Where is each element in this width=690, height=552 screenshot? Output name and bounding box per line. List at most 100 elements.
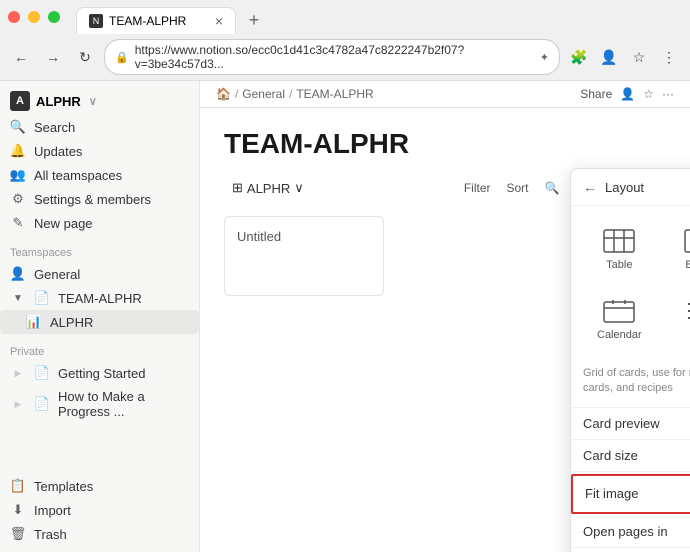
open-pages-label: Open pages in xyxy=(583,524,690,539)
page-title: TEAM-ALPHR xyxy=(224,128,666,160)
newpage-icon: ✎ xyxy=(10,215,26,231)
fit-image-row-highlight: Fit image xyxy=(571,474,690,514)
panel-description: Grid of cards, use for mood boards, inde… xyxy=(571,362,690,408)
extensions-icon[interactable]: 🧩 xyxy=(566,44,592,70)
templates-icon: 📋 xyxy=(10,478,26,494)
board-icon xyxy=(682,227,690,255)
trash-icon: 🗑 xyxy=(10,526,26,542)
reload-button[interactable]: ↻ xyxy=(72,44,98,70)
breadcrumb-sep2: / xyxy=(289,87,292,101)
teamspaces-section: Teamspaces xyxy=(0,235,199,262)
panel-title: Layout xyxy=(605,180,690,195)
table-label: Table xyxy=(606,259,632,271)
progress-icon: 📄 xyxy=(34,396,50,412)
panel-back-button[interactable]: ← xyxy=(583,179,597,195)
user-icon[interactable]: 👤 xyxy=(620,87,635,101)
new-tab-button[interactable]: + xyxy=(240,6,268,34)
sidebar-templates-label: Templates xyxy=(34,479,93,494)
workspace-icon: A xyxy=(10,91,30,111)
search-button[interactable]: 🔍 xyxy=(539,178,566,198)
workspace-name: ALPHR xyxy=(36,94,81,109)
window-controls xyxy=(0,7,68,27)
sidebar-alphr-label: ALPHR xyxy=(50,315,93,330)
team-alphr-page-icon: 📄 xyxy=(34,290,50,306)
sidebar-general-label: General xyxy=(34,267,80,282)
sidebar-teamspaces-label: All teamspaces xyxy=(34,168,122,183)
sidebar-search-label: Search xyxy=(34,120,75,135)
share-button[interactable]: Share xyxy=(580,87,612,101)
getting-started-icon: 📄 xyxy=(34,365,50,381)
star-icon[interactable]: ☆ xyxy=(643,87,654,101)
sidebar-item-newpage[interactable]: ✎ New page xyxy=(0,211,199,235)
close-window[interactable] xyxy=(8,11,20,23)
filter-button[interactable]: Filter xyxy=(458,178,497,198)
updates-icon: 🔔 xyxy=(10,143,26,159)
breadcrumb-general[interactable]: General xyxy=(242,87,285,101)
sidebar-item-search[interactable]: 🔍 Search xyxy=(0,115,199,139)
table-icon xyxy=(601,227,637,255)
sidebar-item-progress[interactable]: ▶ 📄 How to Make a Progress ... xyxy=(0,385,199,423)
view-chevron: ∨ xyxy=(294,180,304,196)
layout-option-list[interactable]: List xyxy=(664,288,690,350)
panel-footer: i Learn about views ? xyxy=(571,548,690,552)
sidebar-item-team-alphr[interactable]: ▼ 📄 TEAM-ALPHR xyxy=(0,286,199,310)
sidebar-item-getting-started[interactable]: ▶ 📄 Getting Started xyxy=(0,361,199,385)
layout-option-calendar[interactable]: Calendar xyxy=(583,288,656,350)
sidebar-team-alphr-label: TEAM-ALPHR xyxy=(58,291,142,306)
profile-icon[interactable]: 👤 xyxy=(596,44,622,70)
browser-nav-icons: 🧩 👤 ☆ ⋮ xyxy=(566,44,682,70)
browser-tab[interactable]: N TEAM-ALPHR × xyxy=(76,7,236,34)
search-icon: 🔍 xyxy=(10,119,26,135)
sidebar-trash-label: Trash xyxy=(34,527,67,542)
more-icon[interactable]: ··· xyxy=(662,87,674,101)
bookmark-icon[interactable]: ☆ xyxy=(626,44,652,70)
fit-image-row[interactable]: Fit image xyxy=(573,476,690,512)
layout-option-board[interactable]: Board xyxy=(664,218,690,280)
sidebar-settings-label: Settings & members xyxy=(34,192,151,207)
layout-grid: Table Board xyxy=(571,206,690,362)
sidebar-item-updates[interactable]: 🔔 Updates xyxy=(0,139,199,163)
private-section: Private xyxy=(0,334,199,361)
forward-button[interactable]: → xyxy=(40,44,66,70)
back-button[interactable]: ← xyxy=(8,44,34,70)
maximize-window[interactable] xyxy=(48,11,60,23)
card-1[interactable]: Untitled xyxy=(224,216,384,296)
breadcrumb-home-icon: 🏠 xyxy=(216,87,231,101)
tab-favicon: N xyxy=(89,14,103,28)
main-content: 🏠 / General / TEAM-ALPHR Share 👤 ☆ ··· T… xyxy=(200,81,690,552)
sidebar-item-alphr[interactable]: 📊 ALPHR xyxy=(0,310,199,334)
view-selector[interactable]: ⊞ ALPHR ∨ xyxy=(224,176,312,200)
sort-button[interactable]: Sort xyxy=(501,178,535,198)
workspace-chevron: ∨ xyxy=(89,95,97,108)
address-bar[interactable]: 🔒 https://www.notion.so/ecc0c1d41c3c4782… xyxy=(104,39,560,75)
view-icon: ⊞ xyxy=(232,180,243,196)
open-pages-row[interactable]: Open pages in Center peek › xyxy=(571,516,690,548)
tab-close-btn[interactable]: × xyxy=(215,13,223,29)
menu-icon[interactable]: ⋮ xyxy=(656,44,682,70)
sidebar-item-general[interactable]: 👤 General xyxy=(0,262,199,286)
fit-image-label: Fit image xyxy=(585,486,690,501)
sidebar-updates-label: Updates xyxy=(34,144,82,159)
card-size-row[interactable]: Card size Medium › xyxy=(571,440,690,472)
sidebar-item-teamspaces[interactable]: 👥 All teamspaces xyxy=(0,163,199,187)
nav-bar: ← → ↻ 🔒 https://www.notion.so/ecc0c1d41c… xyxy=(0,34,690,80)
sidebar-item-trash[interactable]: 🗑 Trash xyxy=(0,522,199,546)
sidebar-item-templates[interactable]: 📋 Templates xyxy=(0,474,199,498)
progress-expand-icon: ▶ xyxy=(10,396,26,412)
card-1-title: Untitled xyxy=(237,229,281,244)
sidebar: A ALPHR ∨ 🔍 Search 🔔 Updates 👥 All teams… xyxy=(0,81,200,552)
view-name: ALPHR xyxy=(247,181,290,196)
minimize-window[interactable] xyxy=(28,11,40,23)
layout-option-table[interactable]: Table xyxy=(583,218,656,280)
calendar-label: Calendar xyxy=(597,329,642,341)
workspace-header[interactable]: A ALPHR ∨ xyxy=(0,87,199,115)
app-container: A ALPHR ∨ 🔍 Search 🔔 Updates 👥 All teams… xyxy=(0,81,690,552)
tab-title: TEAM-ALPHR xyxy=(109,14,186,28)
top-actions: Share 👤 ☆ ··· xyxy=(580,87,674,101)
card-preview-row[interactable]: Card preview Page cover › xyxy=(571,408,690,440)
layout-panel: ← Layout × xyxy=(570,168,690,552)
sidebar-item-import[interactable]: ⬇ Import xyxy=(0,498,199,522)
list-icon xyxy=(682,297,690,325)
sidebar-item-settings[interactable]: ⚙ Settings & members xyxy=(0,187,199,211)
tab-bar: N TEAM-ALPHR × + xyxy=(68,0,690,34)
